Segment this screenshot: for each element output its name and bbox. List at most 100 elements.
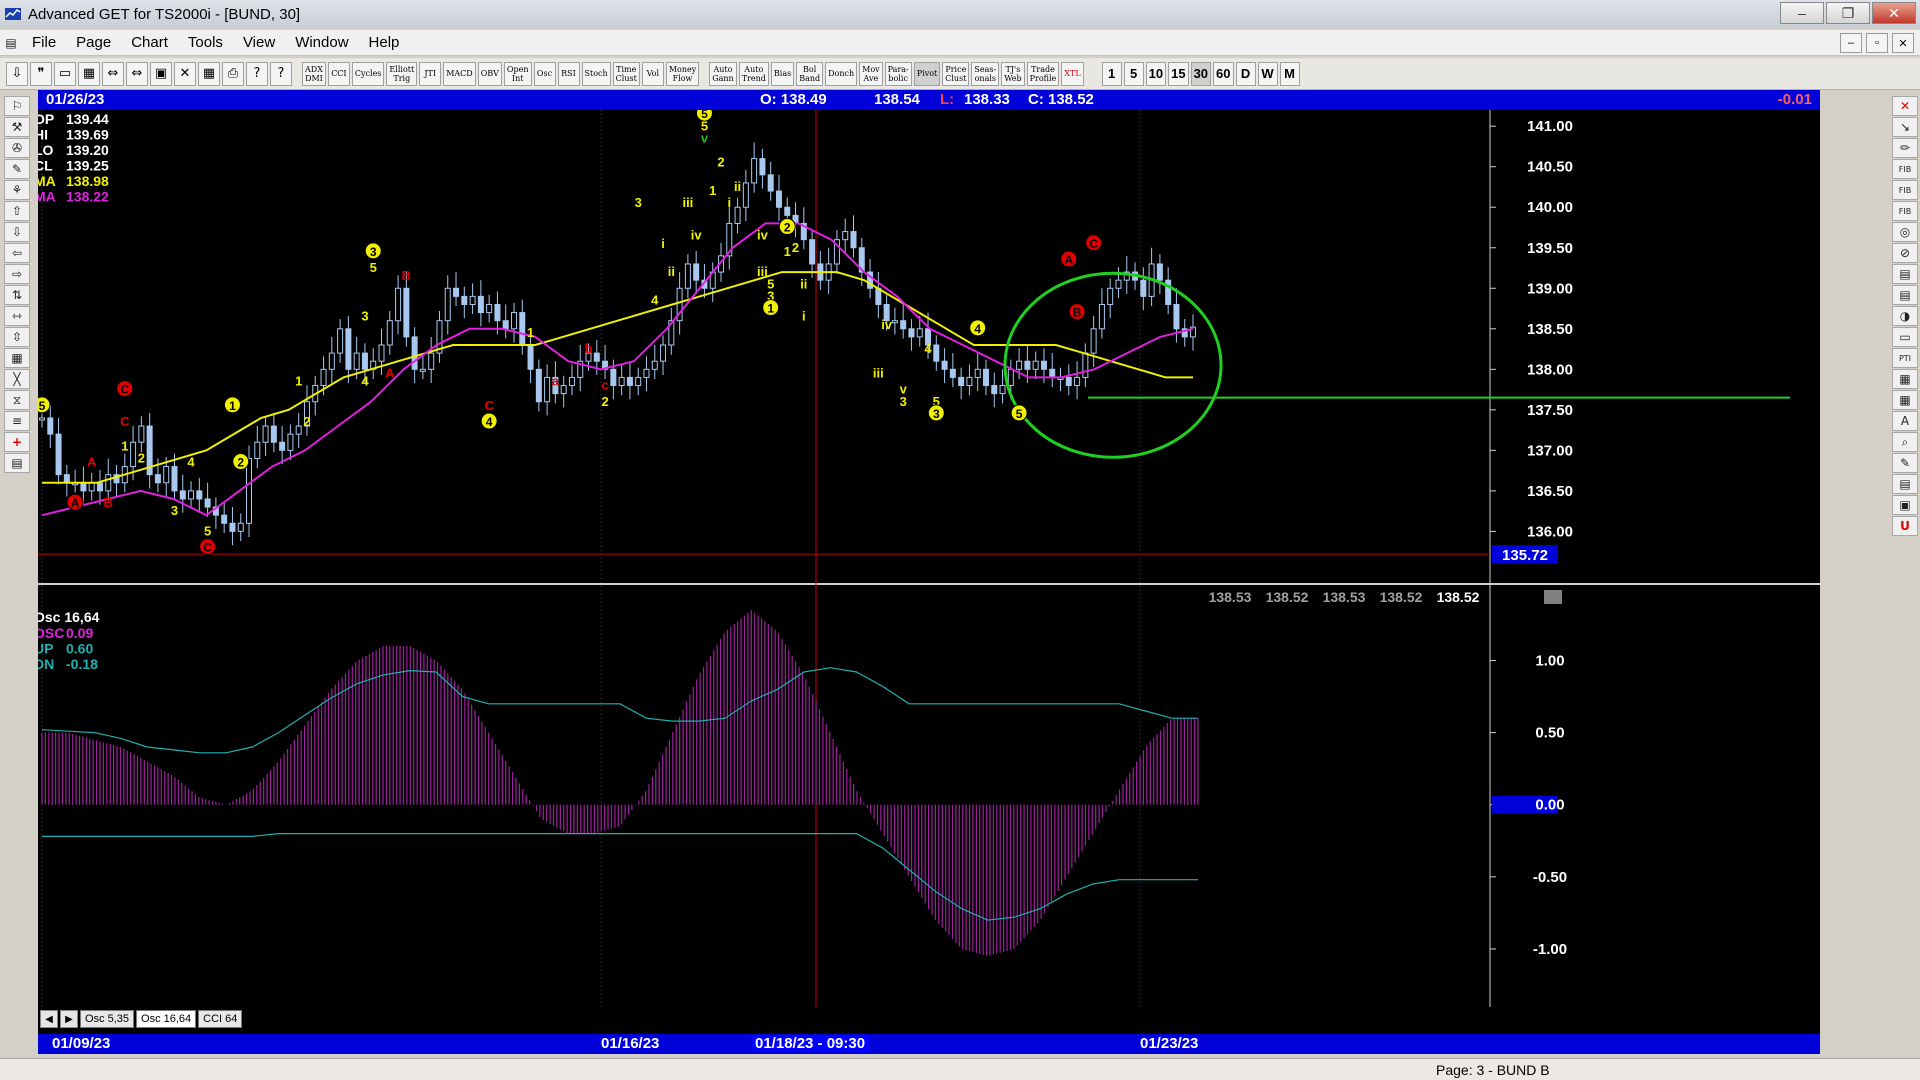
right-tool-icon[interactable]: ⊘ [1892, 243, 1918, 263]
study-button-tjsweb[interactable]: TJ's Web [1001, 61, 1025, 86]
right-tool-icon[interactable]: ▭ [1892, 327, 1918, 347]
right-tool-icon[interactable]: ▤ [1892, 264, 1918, 284]
doc-icon[interactable]: ▤ [0, 33, 22, 53]
study-button-bolband[interactable]: Bol Band [796, 61, 824, 86]
mdi-restore-button[interactable]: ▫ [1866, 33, 1888, 53]
toolbar-tool-icon[interactable]: ▦ [198, 61, 220, 86]
menu-page[interactable]: Page [66, 34, 121, 51]
right-tool-icon[interactable]: ✎ [1892, 453, 1918, 473]
menu-file[interactable]: File [22, 34, 66, 51]
toolbar-tool-icon[interactable]: ⇩ [6, 61, 28, 86]
left-tool-icon[interactable]: ⇅ [4, 285, 30, 305]
right-tool-icon[interactable]: FIB [1892, 159, 1918, 179]
right-tool-icon[interactable]: FIB [1892, 180, 1918, 200]
right-tool-icon[interactable]: PTI [1892, 348, 1918, 368]
study-button-jti[interactable]: JTI [419, 61, 442, 86]
timeframe-button-10[interactable]: 10 [1145, 61, 1167, 86]
timeframe-button-60[interactable]: 60 [1213, 61, 1234, 86]
study-button-autogann[interactable]: Auto Gann [709, 61, 737, 86]
right-tool-icon[interactable]: ✕ [1892, 96, 1918, 116]
right-tool-icon[interactable]: ⌕ [1892, 432, 1918, 452]
study-button-rsi[interactable]: RSI [557, 61, 580, 86]
minimize-button[interactable]: ‒ [1780, 2, 1824, 24]
left-tool-icon[interactable]: ⧖ [4, 390, 30, 410]
study-button-cycles[interactable]: Cycles [351, 61, 385, 86]
right-tool-icon[interactable]: ◑ [1892, 306, 1918, 326]
right-tool-icon[interactable]: ◎ [1892, 222, 1918, 242]
left-tool-icon[interactable]: ⇧ [4, 201, 30, 221]
chart-canvas[interactable]: 5AA BCC12345C12123534ABC41ba c234iiiiiiiv5… [38, 110, 1820, 1007]
left-tool-icon[interactable]: ⇦ [4, 243, 30, 263]
study-button-timeclust[interactable]: Time Clust [612, 61, 640, 86]
mdi-close-button[interactable]: ✕ [1892, 33, 1914, 53]
study-button-priceclust[interactable]: Price Clust [942, 61, 970, 86]
study-button-openint[interactable]: Open Int [503, 61, 532, 86]
study-button-pivot[interactable]: Pivot [913, 61, 941, 86]
right-tool-icon[interactable]: ▦ [1892, 369, 1918, 389]
toolbar-tool-icon[interactable]: ⇔ [126, 61, 148, 86]
study-button-elliotttrig[interactable]: Elliott Trig [386, 61, 418, 86]
right-tool-icon[interactable]: U [1892, 516, 1918, 536]
study-button-xtl[interactable]: XTL [1061, 61, 1084, 86]
menu-view[interactable]: View [233, 34, 285, 51]
close-button[interactable]: ✕ [1872, 2, 1916, 24]
left-tool-icon[interactable]: ≡ [4, 411, 30, 431]
study-button-stoch[interactable]: Stoch [581, 61, 611, 86]
timeframe-button-15[interactable]: 15 [1168, 61, 1189, 86]
timeframe-button-w[interactable]: W [1257, 61, 1278, 86]
menu-help[interactable]: Help [359, 34, 410, 51]
study-button-cci[interactable]: CCI [327, 61, 350, 86]
left-tool-icon[interactable]: + [4, 432, 30, 452]
study-button-bias[interactable]: Bias [770, 61, 795, 86]
right-tool-icon[interactable]: ▤ [1892, 285, 1918, 305]
study-button-tradeprofile[interactable]: Trade Profile [1026, 61, 1060, 86]
left-tool-icon[interactable]: ╳ [4, 369, 30, 389]
right-tool-icon[interactable]: A [1892, 411, 1918, 431]
left-tool-icon[interactable]: ⇩ [4, 222, 30, 242]
left-tool-icon[interactable]: ⇳ [4, 327, 30, 347]
tab-prev-button[interactable]: ◀ [40, 1010, 58, 1028]
toolbar-tool-icon[interactable]: ? [246, 61, 268, 86]
study-button-obv[interactable]: OBV [477, 61, 502, 86]
timeframe-button-1[interactable]: 1 [1101, 61, 1122, 86]
toolbar-tool-icon[interactable]: ✕ [174, 61, 196, 86]
menu-chart[interactable]: Chart [121, 34, 178, 51]
timeframe-button-m[interactable]: M [1279, 61, 1300, 86]
left-tool-icon[interactable]: ✇ [4, 138, 30, 158]
left-tool-icon[interactable]: ⚒ [4, 117, 30, 137]
toolbar-tool-icon[interactable]: ❞ [30, 61, 52, 86]
right-tool-icon[interactable]: ↘ [1892, 117, 1918, 137]
study-tab[interactable]: CCI 64 [198, 1010, 243, 1028]
mdi-minimize-button[interactable]: – [1840, 33, 1862, 53]
right-tool-icon[interactable]: FIB [1892, 201, 1918, 221]
toolbar-tool-icon[interactable]: ▣ [150, 61, 172, 86]
right-tool-icon[interactable]: ▣ [1892, 495, 1918, 515]
timeframe-button-d[interactable]: D [1235, 61, 1256, 86]
study-button-donch[interactable]: Donch [825, 61, 858, 86]
study-button-macd[interactable]: MACD [443, 61, 476, 86]
menu-window[interactable]: Window [285, 34, 358, 51]
toolbar-tool-icon[interactable]: ▭ [54, 61, 76, 86]
restore-button[interactable]: ❐ [1826, 2, 1870, 24]
timeframe-button-5[interactable]: 5 [1123, 61, 1144, 86]
left-tool-icon[interactable]: ✎ [4, 159, 30, 179]
study-button-movave[interactable]: Mov Ave [859, 61, 883, 86]
left-tool-icon[interactable]: ▤ [4, 453, 30, 473]
study-button-adxdmi[interactable]: ADX DMI [302, 61, 326, 86]
timeframe-button-30[interactable]: 30 [1190, 61, 1212, 86]
study-tab[interactable]: Osc 16,64 [136, 1010, 197, 1028]
left-tool-icon[interactable]: ⚘ [4, 180, 30, 200]
toolbar-tool-icon[interactable]: ? [270, 61, 292, 86]
right-tool-icon[interactable]: ▦ [1892, 390, 1918, 410]
menu-tools[interactable]: Tools [178, 34, 233, 51]
right-tool-icon[interactable]: ▤ [1892, 474, 1918, 494]
left-tool-icon[interactable]: ⇨ [4, 264, 30, 284]
study-button-parabolic[interactable]: Para- bolic [884, 61, 912, 86]
toolbar-tool-icon[interactable]: ▦ [78, 61, 100, 86]
right-tool-icon[interactable]: ✏ [1892, 138, 1918, 158]
chart-window[interactable]: 01/26/23 O: 138.49 138.54 L: 138.33 C: 1… [38, 90, 1820, 1054]
toolbar-tool-icon[interactable]: ⎙ [222, 61, 244, 86]
study-button-osc[interactable]: Osc [533, 61, 556, 86]
left-tool-icon[interactable]: ▦ [4, 348, 30, 368]
study-button-vol[interactable]: Vol [641, 61, 664, 86]
